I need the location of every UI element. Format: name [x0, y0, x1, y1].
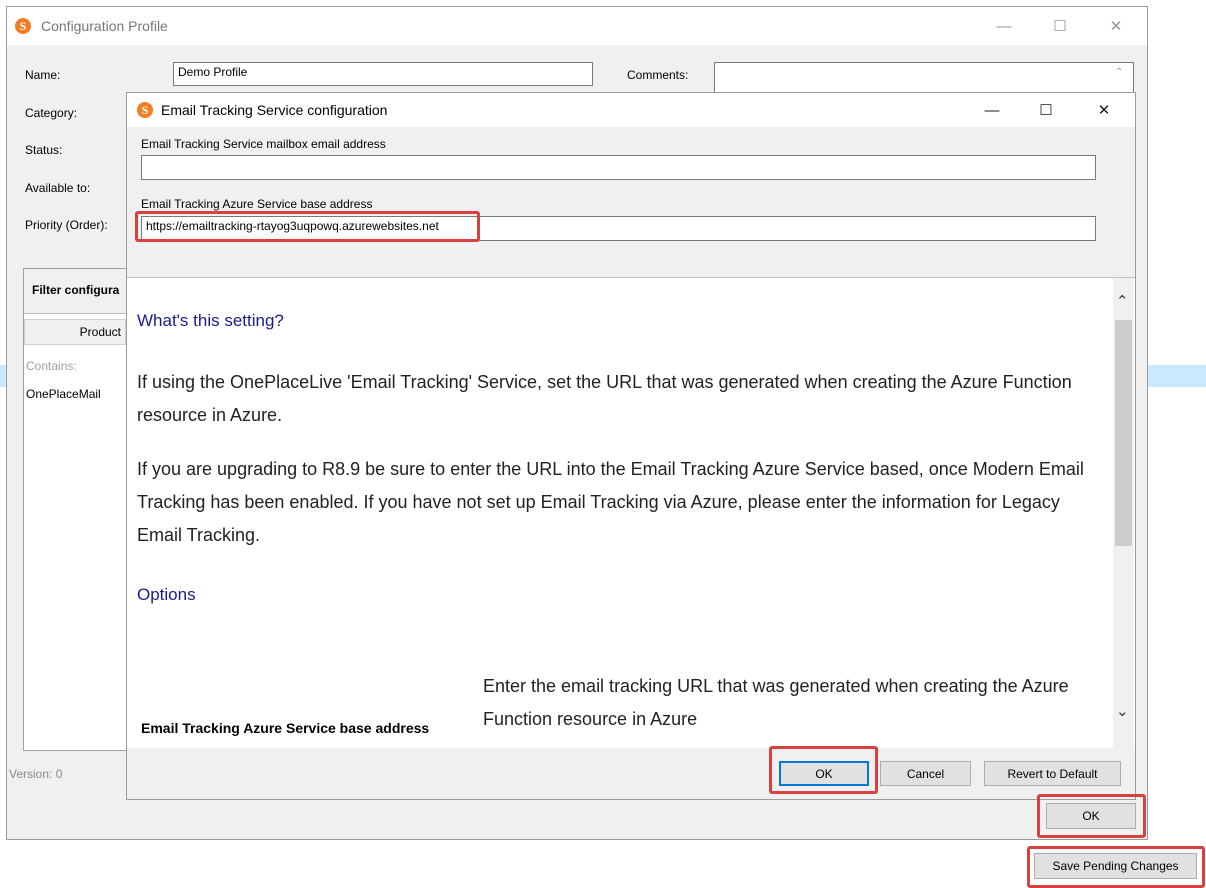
- available-to-label: Available to:: [25, 181, 91, 195]
- dialog-close-button[interactable]: ✕: [1081, 95, 1127, 125]
- main-window-title: Configuration Profile: [41, 18, 168, 34]
- category-label: Category:: [25, 106, 78, 120]
- product-column-label: Product: [79, 325, 121, 339]
- dialog-minimize-button[interactable]: —: [969, 95, 1015, 125]
- name-input[interactable]: Demo Profile: [173, 62, 593, 86]
- highlight-save-pending: [1027, 846, 1205, 888]
- mailbox-input[interactable]: [141, 155, 1096, 180]
- app-logo-icon: S: [15, 18, 31, 34]
- help-heading-options: Options: [137, 585, 196, 604]
- highlight-azure-address: [135, 211, 480, 242]
- priority-label: Priority (Order):: [25, 218, 108, 232]
- name-label: Name:: [25, 68, 61, 82]
- option-description: Enter the email tracking URL that was ge…: [483, 676, 1069, 729]
- help-heading-whats-this: What's this setting?: [137, 311, 284, 330]
- mailbox-label: Email Tracking Service mailbox email add…: [141, 137, 386, 151]
- email-tracking-dialog: S Email Tracking Service configuration —…: [126, 92, 1136, 800]
- option-name: Email Tracking Azure Service base addres…: [141, 720, 430, 736]
- dialog-logo-icon: S: [137, 102, 153, 118]
- comments-label: Comments:: [627, 68, 689, 82]
- scrollbar-thumb[interactable]: [1115, 320, 1132, 546]
- filter-header-text: Filter configura: [32, 283, 120, 297]
- help-paragraph-1: If using the OnePlaceLive 'Email Trackin…: [137, 372, 1072, 425]
- dialog-title-bar: S Email Tracking Service configuration —…: [127, 93, 1135, 127]
- scroll-down-icon[interactable]: ⌄: [1116, 702, 1129, 720]
- minimize-button[interactable]: —: [981, 11, 1027, 41]
- dialog-maximize-button[interactable]: ☐: [1023, 95, 1069, 125]
- main-title-bar: S Configuration Profile — ☐ ✕: [7, 7, 1147, 45]
- highlight-main-ok: [1037, 794, 1146, 838]
- scroll-up-icon[interactable]: ⌃: [1116, 292, 1129, 310]
- contains-label: Contains:: [26, 359, 77, 373]
- table-row[interactable]: OnePlaceMail: [26, 387, 101, 401]
- dialog-cancel-button[interactable]: Cancel: [880, 761, 971, 786]
- revert-to-default-button[interactable]: Revert to Default: [984, 761, 1121, 786]
- maximize-button[interactable]: ☐: [1037, 11, 1083, 41]
- product-column-header[interactable]: Product: [24, 319, 126, 345]
- help-paragraph-2: If you are upgrading to R8.9 be sure to …: [137, 459, 1084, 545]
- chevron-up-icon[interactable]: ⌃: [1115, 67, 1123, 78]
- version-label: Version: 0: [9, 767, 63, 781]
- status-label: Status:: [25, 143, 63, 157]
- dialog-title: Email Tracking Service configuration: [161, 102, 388, 118]
- highlight-dialog-ok: [769, 746, 878, 794]
- help-panel: What's this setting? If using the OnePla…: [127, 277, 1135, 748]
- close-button[interactable]: ✕: [1093, 11, 1139, 41]
- azure-address-label: Email Tracking Azure Service base addres…: [141, 197, 373, 211]
- help-scrollbar[interactable]: ⌃ ⌄: [1113, 278, 1134, 748]
